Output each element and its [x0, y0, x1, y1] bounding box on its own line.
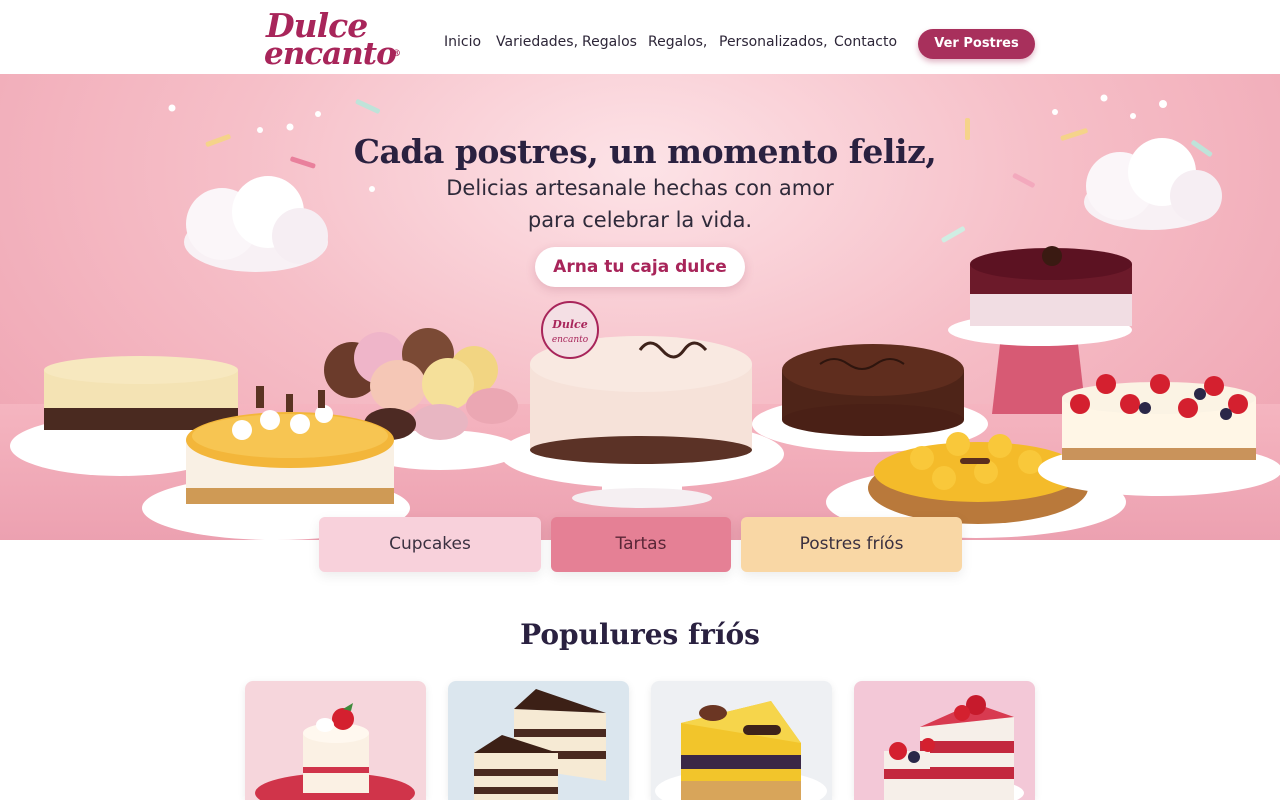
- berry-mini-cakes: [1038, 374, 1280, 496]
- category-tab-tartas[interactable]: Tartas: [551, 517, 731, 572]
- product-card-mango-slice[interactable]: [651, 681, 832, 800]
- brand-logo[interactable]: Dulce encanto ®: [262, 8, 402, 70]
- vanilla-chocolate-cake: Dulce encanto: [500, 301, 784, 508]
- product-card-berry-cake[interactable]: [854, 681, 1035, 800]
- nav-link-regalos[interactable]: Regalos: [582, 34, 637, 50]
- arma-tu-caja-button[interactable]: Arna tu caja dulce: [535, 247, 745, 287]
- hero-subtitle-line2: para celebrar la vida.: [527, 208, 753, 232]
- nav-link-contacto[interactable]: Contacto: [834, 34, 897, 50]
- site-header: Dulce encanto ® Inicio Variedades, Regal…: [0, 0, 1280, 74]
- popular-section-title: Populures fríós: [520, 618, 760, 651]
- cake-badge-text-1: Dulce: [551, 318, 587, 331]
- nav-link-inicio[interactable]: Inicio: [444, 34, 481, 50]
- nav-link-variedades[interactable]: Variedades,: [496, 34, 578, 50]
- category-tab-cupcakes[interactable]: Cupcakes: [319, 517, 541, 572]
- cake-badge-text-2: encanto: [552, 335, 589, 345]
- hero-banner: Dulce encanto Cada postres, un momento f…: [0, 74, 1280, 540]
- hero-subtitle-line1: Delicias artesanale hechas con amor: [446, 176, 834, 200]
- logo-line2: encanto: [264, 36, 397, 72]
- hero-title: Cada postres, un momento feliz,: [353, 132, 937, 171]
- chocolate-cake-slices-image: [448, 681, 629, 800]
- logo-registered-mark: ®: [392, 49, 401, 59]
- product-card-mini-cake[interactable]: [245, 681, 426, 800]
- ver-postres-button[interactable]: Ver Postres: [918, 29, 1035, 59]
- berry-cake-image: [854, 681, 1035, 800]
- category-tab-postres-frios[interactable]: Postres fríós: [741, 517, 962, 572]
- mini-cake-image: [245, 681, 426, 800]
- product-card-chocolate-slices[interactable]: [448, 681, 629, 800]
- nav-link-personalizados[interactable]: Personalizados,: [719, 34, 828, 50]
- mango-cake-slice-image: [651, 681, 832, 800]
- nav-link-regalos-2[interactable]: Regalos,: [648, 34, 707, 50]
